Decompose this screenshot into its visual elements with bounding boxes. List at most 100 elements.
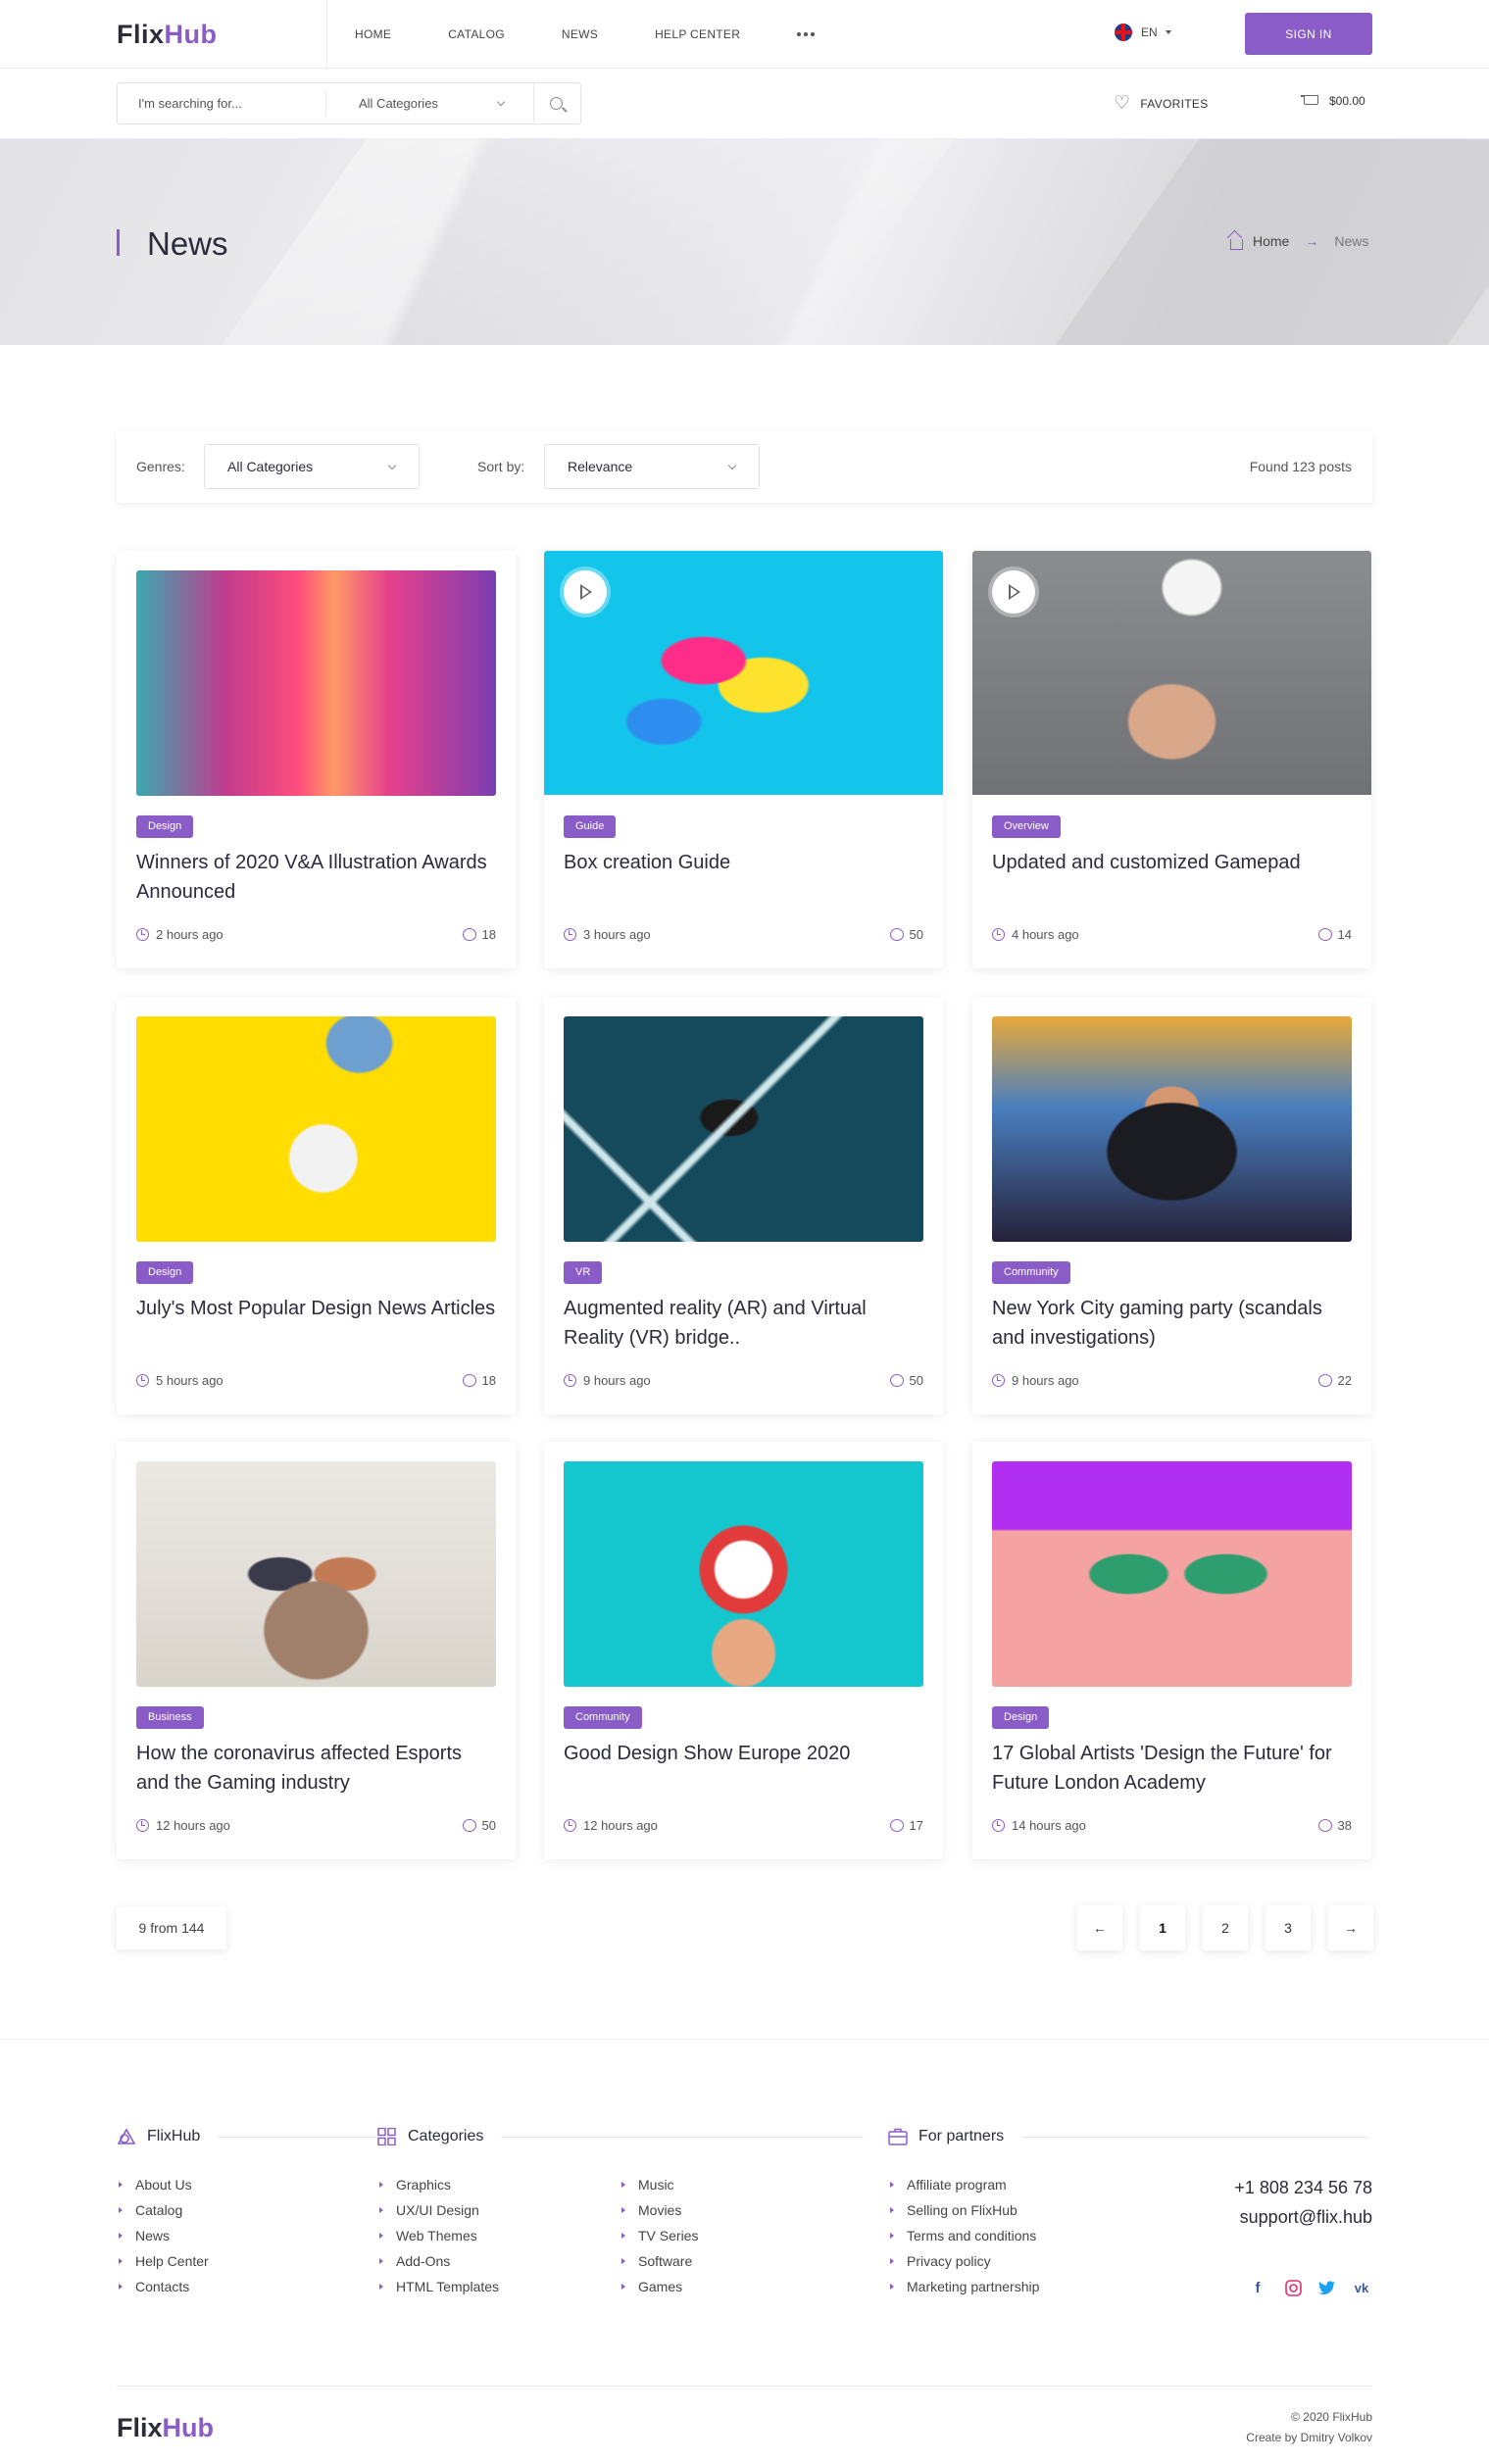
footer-link-webthemes[interactable]: Web Themes [377,2223,499,2248]
footer-link-privacy[interactable]: Privacy policy [888,2248,1039,2274]
language-selector[interactable]: EN [1115,24,1171,41]
search-input[interactable]: I'm searching for... [118,90,326,117]
news-card-image[interactable] [564,1461,923,1687]
news-card-image[interactable] [136,1016,496,1242]
language-label: EN [1141,25,1158,39]
logo[interactable]: FlixHub [117,20,218,50]
post-time-text: 12 hours ago [156,1818,230,1833]
comment-count[interactable]: 18 [462,927,496,942]
category-tag[interactable]: Overview [992,815,1061,838]
news-card[interactable]: VR Augmented reality (AR) and Virtual Rea… [544,997,943,1414]
footer-link-addons[interactable]: Add-Ons [377,2248,499,2274]
copyright-text: © 2020 FlixHub [1291,2410,1372,2424]
news-card-image[interactable] [992,1016,1352,1242]
page-button-3[interactable]: 3 [1266,1905,1311,1950]
footer-link-uxui[interactable]: UX/UI Design [377,2197,499,2223]
category-tag[interactable]: Community [992,1261,1070,1284]
footer-link-movies[interactable]: Movies [620,2197,698,2223]
post-time: 12 hours ago [564,1818,658,1833]
news-card-image[interactable] [136,570,496,796]
nav-catalog[interactable]: CATALOG [448,27,505,41]
news-card[interactable]: Community New York City gaming party (sca… [972,997,1371,1414]
top-header: FlixHub HOME CATALOG NEWS HELP CENTER EN… [0,0,1489,69]
nav-news[interactable]: NEWS [562,27,598,41]
comment-count[interactable]: 17 [889,1818,923,1833]
category-tag[interactable]: Design [136,1261,194,1284]
category-tag[interactable]: Design [136,815,194,838]
vk-icon[interactable]: vk [1351,2277,1372,2298]
twitter-icon[interactable] [1316,2277,1338,2298]
news-card-title[interactable]: Augmented reality (AR) and Virtual Reali… [564,1294,926,1353]
footer-link-catalog[interactable]: Catalog [117,2197,209,2223]
page-button-2[interactable]: 2 [1203,1905,1248,1950]
news-card[interactable]: Design 17 Global Artists 'Design the Futu… [972,1442,1371,1859]
favorites-link[interactable]: ♡ FAVORITES [1114,94,1209,113]
news-card[interactable]: Design July's Most Popular Design News Ar… [117,997,516,1414]
category-tag[interactable]: Design [992,1706,1050,1729]
play-icon[interactable] [992,570,1035,614]
news-card-title[interactable]: Updated and customized Gamepad [992,848,1355,877]
footer-link-graphics[interactable]: Graphics [377,2172,499,2197]
facebook-icon[interactable]: f [1247,2277,1268,2298]
footer-link-contacts[interactable]: Contacts [117,2274,209,2299]
footer-logo[interactable]: FlixHub [117,2413,214,2443]
footer-link-music[interactable]: Music [620,2172,698,2197]
comment-count[interactable]: 38 [1317,1818,1352,1833]
news-card-image[interactable] [564,1016,923,1242]
nav-home[interactable]: HOME [355,27,391,41]
footer-link-games[interactable]: Games [620,2274,698,2299]
news-card[interactable]: Community Good Design Show Europe 2020 12 … [544,1442,943,1859]
footer-link-tvseries[interactable]: TV Series [620,2223,698,2248]
footer-link-terms[interactable]: Terms and conditions [888,2223,1039,2248]
news-card[interactable]: Business How the coronavirus affected Esp… [117,1442,516,1859]
footer-link-software[interactable]: Software [620,2248,698,2274]
footer-link-news[interactable]: News [117,2223,209,2248]
footer-link-selling[interactable]: Selling on FlixHub [888,2197,1039,2223]
genres-select[interactable]: All Categories [204,444,420,489]
news-card[interactable]: Overview Updated and customized Gamepad 4 … [972,551,1371,968]
breadcrumb-home[interactable]: Home [1253,233,1289,249]
news-card-title[interactable]: 17 Global Artists 'Design the Future' fo… [992,1739,1355,1798]
category-tag[interactable]: Guide [564,815,617,838]
prev-page-button[interactable]: ← [1077,1905,1122,1950]
footer-link-affiliate[interactable]: Affiliate program [888,2172,1039,2197]
comment-count[interactable]: 50 [889,927,923,942]
footer-email[interactable]: support@flix.hub [1240,2207,1372,2228]
news-card-image[interactable] [136,1461,496,1687]
next-page-button[interactable]: → [1328,1905,1373,1950]
search-category-select[interactable]: All Categories [326,82,534,124]
page-button-1[interactable]: 1 [1140,1905,1185,1950]
category-tag[interactable]: Business [136,1706,204,1729]
play-icon[interactable] [564,570,607,614]
footer-link-marketing[interactable]: Marketing partnership [888,2274,1039,2299]
news-card[interactable]: Guide Box creation Guide 3 hours ago 50 [544,551,943,968]
comment-count[interactable]: 18 [462,1373,496,1388]
news-card-title[interactable]: Winners of 2020 V&A Illustration Awards … [136,848,499,907]
news-card-image[interactable] [992,1461,1352,1687]
sort-select[interactable]: Relevance [544,444,760,489]
footer-phone[interactable]: +1 808 234 56 78 [1234,2178,1372,2198]
news-card-title[interactable]: New York City gaming party (scandals and… [992,1294,1355,1353]
sign-in-button[interactable]: SIGN IN [1245,13,1372,55]
news-card-title[interactable]: Good Design Show Europe 2020 [564,1739,926,1768]
cart-link[interactable]: $00.00 [1301,94,1365,108]
search-icon[interactable] [550,97,563,110]
comment-count[interactable]: 22 [1317,1373,1352,1388]
news-card-title[interactable]: July's Most Popular Design News Articles [136,1294,499,1323]
comment-count[interactable]: 50 [889,1373,923,1388]
footer-link-help[interactable]: Help Center [117,2248,209,2274]
category-tag[interactable]: VR [564,1261,603,1284]
more-dots-icon[interactable] [797,32,816,36]
footer-link-html[interactable]: HTML Templates [377,2274,499,2299]
heart-icon: ♡ [1114,93,1131,114]
comment-count[interactable]: 14 [1317,927,1352,942]
comment-count-text: 18 [481,927,496,942]
news-card-title[interactable]: How the coronavirus affected Esports and… [136,1739,499,1798]
category-tag[interactable]: Community [564,1706,642,1729]
instagram-icon[interactable] [1282,2277,1304,2298]
nav-help-center[interactable]: HELP CENTER [655,27,740,41]
news-card-title[interactable]: Box creation Guide [564,848,926,877]
news-card[interactable]: Design Winners of 2020 V&A Illustration A… [117,551,516,968]
footer-link-about[interactable]: About Us [117,2172,209,2197]
comment-count[interactable]: 50 [462,1818,496,1833]
